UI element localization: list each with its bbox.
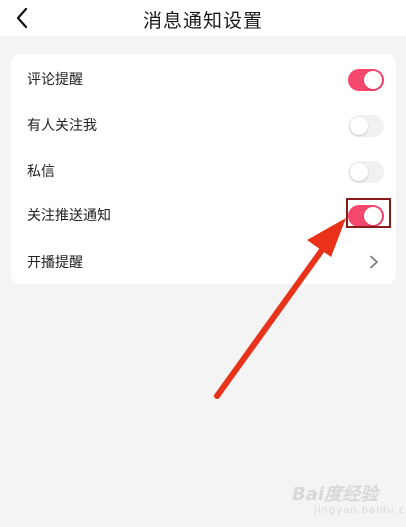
setting-label: 私信: [27, 164, 55, 180]
private-message-toggle[interactable]: [348, 161, 384, 183]
toggle-knob: [350, 117, 368, 135]
setting-label: 有人关注我: [27, 118, 97, 134]
setting-row-follow-me[interactable]: 有人关注我: [11, 102, 396, 148]
setting-row-follow-push[interactable]: 关注推送通知: [11, 192, 396, 238]
comment-toggle[interactable]: [348, 69, 384, 91]
highlight-box: [346, 198, 391, 228]
follow-me-toggle[interactable]: [348, 115, 384, 137]
setting-row-private-message[interactable]: 私信: [11, 148, 396, 194]
top-bar: 消息通知设置: [0, 0, 406, 36]
settings-card: 评论提醒 有人关注我 私信 关注推送通知 开播提醒: [11, 54, 396, 284]
setting-row-comment[interactable]: 评论提醒: [11, 56, 396, 102]
toggle-knob: [364, 71, 382, 89]
watermark-brand: Bai度经验: [292, 484, 379, 505]
toggle-knob: [350, 163, 368, 181]
setting-label: 关注推送通知: [27, 208, 111, 224]
chevron-right-icon: [370, 255, 378, 269]
setting-label: 评论提醒: [27, 72, 83, 88]
watermark-url: jingyan.baidu.com: [314, 505, 406, 516]
setting-row-live-reminder[interactable]: 开播提醒: [11, 239, 396, 285]
page-title: 消息通知设置: [142, 10, 263, 32]
watermark: Bai度经验 jingyan.baidu.com: [292, 478, 406, 522]
setting-label: 开播提醒: [27, 255, 83, 271]
